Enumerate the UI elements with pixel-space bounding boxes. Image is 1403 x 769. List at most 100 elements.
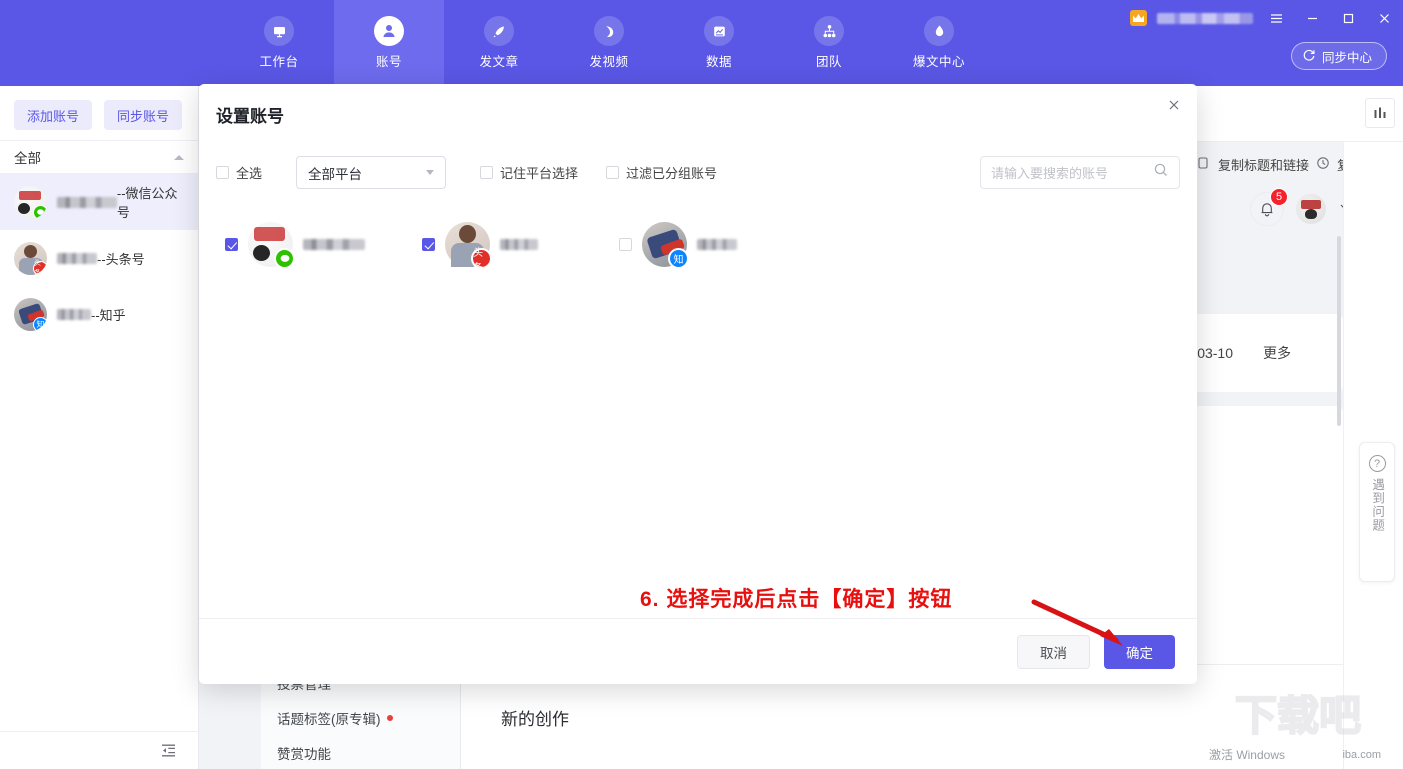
toutiao-badge-icon: 头条 [33,261,47,275]
copy-icon[interactable] [1197,156,1211,173]
nav-item-account[interactable]: 账号 [334,0,444,86]
close-icon[interactable] [1159,90,1189,120]
platform-select[interactable]: 全部平台 [296,156,446,189]
nav-label: 数据 [706,51,732,70]
watermark-sub: iba.com [1342,749,1381,761]
masked-name [57,197,117,208]
avatar: 头条 [14,242,47,275]
nav-item-team[interactable]: 团队 [774,0,884,86]
sidebar-account-wechat[interactable]: --微信公众号 [0,174,198,230]
application-window: 复制标题和链接 复制链接 5 -03-10 更多 数 [0,0,1403,769]
nav-label: 工作台 [259,51,298,70]
platform-select-value: 全部平台 [308,163,362,183]
nav-item-data[interactable]: 数据 [664,0,774,86]
account-group-header[interactable]: 全部 [0,140,198,174]
nav-label: 账号 [376,51,402,70]
wechat-badge-icon [274,248,295,269]
date-text: -03-10 [1193,345,1233,361]
account-selection-grid: 头条 知 [216,214,1180,304]
account-checkbox[interactable] [225,238,238,251]
sidebar-actions: 添加账号 同步账号 [0,86,198,140]
masked-account-name [697,239,737,250]
dialog-title: 设置账号 [216,102,284,127]
main-navigation: 工作台 账号 发文章 发视频 [224,0,994,86]
group-label: 全部 [14,147,41,167]
sidebar-account-toutiao[interactable]: 头条 --头条号 [0,230,198,286]
dialog-account-zhihu[interactable]: 知 [619,222,737,267]
nav-item-publish-article[interactable]: 发文章 [444,0,554,86]
nav-item-publish-video[interactable]: 发视频 [554,0,664,86]
monitor-icon [264,16,294,46]
activate-windows-text: 激活 Windows [1209,746,1285,763]
window-title-bar [1130,4,1397,32]
masked-account-name [500,239,538,250]
submenu-label: 话题标签(原专辑) [277,708,381,728]
sidebar-account-zhihu[interactable]: 知 --知乎 [0,286,198,342]
vertical-scrollbar[interactable] [1337,236,1341,426]
submenu-item[interactable]: 赞赏功能 [261,735,460,769]
chevron-down-icon [426,170,434,175]
sidebar-account-label: --知乎 [57,305,126,324]
avatar [248,222,293,267]
chart-icon [704,16,734,46]
toutiao-badge-icon: 头条 [471,248,492,269]
close-icon[interactable] [1371,6,1397,30]
left-sidebar: 添加账号 同步账号 全部 --微信公众号 头条 [0,86,199,769]
masked-name [57,253,97,264]
maximize-icon[interactable] [1335,6,1361,30]
link-icon[interactable] [1316,156,1330,173]
chevron-up-icon [174,155,184,160]
sync-center-button[interactable]: 同步中心 [1291,42,1387,70]
dialog-account-wechat[interactable] [225,222,365,267]
search-icon[interactable] [1153,162,1169,183]
notification-and-profile: 5 [1250,192,1351,226]
hamburger-icon[interactable] [1263,6,1289,30]
help-widget[interactable]: ? 遇到问题 [1359,442,1395,582]
account-checkbox[interactable] [422,238,435,251]
video-icon [594,16,624,46]
flame-icon [924,16,954,46]
nav-item-workbench[interactable]: 工作台 [224,0,334,86]
team-icon [814,16,844,46]
submenu-item[interactable]: 话题标签(原专辑) [261,700,460,735]
help-label: 遇到问题 [1368,478,1386,532]
add-account-button[interactable]: 添加账号 [14,100,92,130]
username-masked [1157,13,1253,24]
svg-text:下载吧: 下载吧 [1235,694,1361,739]
zhihu-badge-icon: 知 [33,317,47,331]
refresh-icon [1302,48,1316,65]
avatar: 知 [642,222,687,267]
avatar: 知 [14,298,47,331]
filter-grouped-label: 过滤已分组账号 [626,163,717,182]
more-label[interactable]: 更多 [1263,343,1291,363]
avatar [14,186,47,219]
select-all-label: 全选 [236,163,262,182]
sync-center-label: 同步中心 [1322,47,1372,66]
account-checkbox[interactable] [619,238,632,251]
watermark: 下载吧 [1235,694,1385,745]
arrow-icon [1030,596,1140,656]
wechat-badge-icon [33,205,47,219]
nav-label: 爆文中心 [913,51,965,70]
masked-name [57,309,91,320]
select-all-checkbox[interactable] [216,166,229,179]
avatar[interactable] [1296,194,1326,224]
submenu-label: 赞赏功能 [277,743,331,763]
collapse-sidebar-button[interactable] [0,731,199,769]
bar-chart-icon[interactable] [1365,98,1395,128]
collapse-sidebar-icon [160,742,177,759]
search-input[interactable]: 请输入要搜索的账号 [980,156,1180,189]
minimize-icon[interactable] [1299,6,1325,30]
sync-account-button[interactable]: 同步账号 [104,100,182,130]
question-icon: ? [1369,455,1386,472]
avatar: 头条 [445,222,490,267]
remember-platform-checkbox[interactable] [480,166,493,179]
nav-label: 团队 [816,51,842,70]
dialog-account-toutiao[interactable]: 头条 [422,222,538,267]
sidebar-account-label: --头条号 [57,249,145,268]
filter-grouped-checkbox[interactable] [606,166,619,179]
bell-icon[interactable]: 5 [1250,192,1284,226]
notification-badge: 5 [1270,188,1288,206]
nav-item-hot-articles[interactable]: 爆文中心 [884,0,994,86]
copy-title-and-link-label[interactable]: 复制标题和链接 [1218,155,1309,174]
